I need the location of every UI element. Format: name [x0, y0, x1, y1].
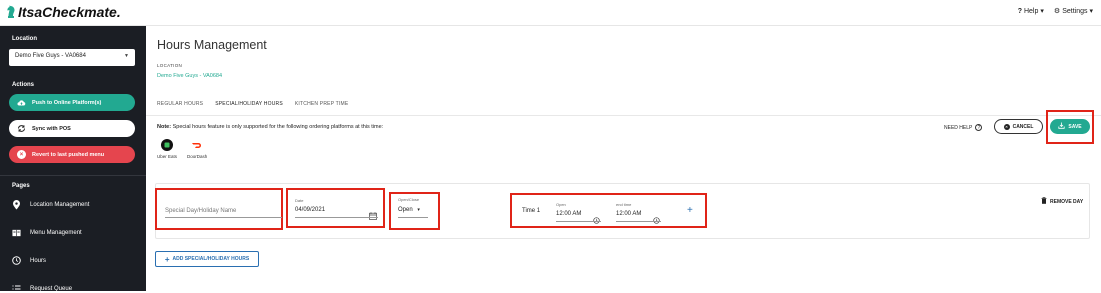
location-select-value: Demo Five Guys - VA0684 [15, 53, 86, 59]
platform-name: DoorDash [187, 154, 208, 159]
plus-icon: + [164, 254, 170, 264]
add-special-holiday-hours-button[interactable]: + ADD SPECIAL/HOLIDAY HOURS [155, 251, 259, 267]
location-select[interactable]: Demo Five Guys - VA0684 ▼ [9, 49, 135, 66]
sync-with-pos-button[interactable]: Sync with POS [9, 120, 135, 137]
sync-icon [17, 124, 26, 133]
end-time-input[interactable]: 12:00 AM [616, 211, 641, 217]
end-time-label: end time [616, 202, 632, 207]
date-input[interactable]: 04/09/2021 [295, 207, 325, 213]
push-to-online-platforms-button[interactable]: Push to Online Platform(s) [9, 94, 135, 111]
name-input-underline [165, 217, 282, 218]
top-bar: ItsaCheckmate. ? Help ▾ ⚙ Settings ▾ [0, 0, 1101, 26]
help-menu[interactable]: ? Help ▾ [1017, 7, 1044, 16]
revert-menu-button[interactable]: × Revert to last pushed menu [9, 146, 135, 163]
platform-name: Uber Eats [157, 154, 178, 159]
need-help-link[interactable]: NEED HELP ? [944, 124, 983, 131]
page-title: Hours Management [157, 38, 267, 52]
menu-book-icon [12, 228, 21, 237]
date-label: Date [295, 198, 304, 203]
clock-icon [12, 256, 21, 265]
hours-tabs: REGULAR HOURS SPECIAL/HOLIDAY HOURS KITC… [157, 99, 360, 116]
open-close-value: Open [398, 207, 413, 213]
open-close-select[interactable]: Open ▾ [398, 207, 420, 213]
sync-label: Sync with POS [32, 125, 71, 132]
tab-special-holiday-hours[interactable]: SPECIAL/HOLIDAY HOURS [215, 99, 283, 116]
open-time-label: Open [556, 202, 566, 207]
location-heading: Location [12, 36, 37, 42]
caret-down-icon: ▾ [1040, 8, 1044, 15]
platform-uber-eats: Uber Eats [157, 139, 177, 159]
sidebar: Location Demo Five Guys - VA0684 ▼ Actio… [0, 26, 146, 293]
help-label: Help [1023, 7, 1039, 15]
sidebar-divider [0, 175, 146, 176]
location-link[interactable]: Demo Five Guys - VA0684 [157, 73, 222, 79]
note-bold: Note: [157, 124, 172, 130]
push-label: Push to Online Platform(s) [32, 99, 102, 106]
cancel-button[interactable]: × CANCEL [994, 119, 1043, 134]
cancel-label: CANCEL [1012, 123, 1034, 130]
question-circle-icon: ? [975, 124, 983, 131]
sidebar-item-request-queue[interactable]: Request Queue [12, 284, 72, 293]
sidebar-item-menu-management[interactable]: Menu Management [12, 228, 82, 237]
close-circle-icon: × [17, 150, 26, 159]
pages-heading: Pages [12, 183, 30, 189]
clock-icon[interactable] [653, 211, 660, 229]
close-circle-icon: × [1003, 123, 1010, 130]
pin-gear-icon [12, 199, 21, 209]
end-time-underline [616, 221, 661, 222]
special-day-name-input[interactable]: Special Day/Holiday Name [165, 208, 236, 214]
settings-menu[interactable]: ⚙ Settings ▾ [1053, 7, 1093, 16]
settings-label: Settings [1062, 7, 1088, 15]
sidebar-item-label: Location Management [30, 201, 90, 208]
actions-heading: Actions [12, 82, 35, 88]
sidebar-item-hours[interactable]: Hours [12, 256, 46, 265]
platform-note: Note: Special hours feature is only supp… [157, 124, 383, 130]
tab-regular-hours[interactable]: REGULAR HOURS [157, 99, 203, 116]
location-label: LOCATION [157, 63, 183, 68]
calendar-icon[interactable] [369, 207, 377, 225]
highlight-box-save [1046, 110, 1094, 144]
logo-text: ItsaCheckmate. [18, 4, 121, 20]
open-time-underline [556, 221, 601, 222]
uber-eats-logo-icon [161, 139, 173, 151]
revert-label: Revert to last pushed menu [32, 151, 105, 158]
tabs-divider [146, 115, 1101, 116]
trash-icon [1041, 197, 1047, 206]
list-icon [12, 284, 21, 293]
doordash-logo-icon [191, 139, 203, 151]
caret-down-icon: ▾ [417, 207, 420, 213]
add-label: ADD SPECIAL/HOLIDAY HOURS [172, 256, 250, 262]
open-close-underline [398, 217, 428, 218]
sidebar-item-label: Hours [30, 257, 47, 264]
note-text: Special hours feature is only supported … [172, 124, 384, 130]
gear-icon: ⚙ [1053, 8, 1061, 15]
question-icon: ? [1017, 7, 1022, 15]
caret-down-icon: ▾ [1089, 8, 1093, 15]
remove-day-label: REMOVE DAY [1050, 198, 1084, 205]
sidebar-item-label: Menu Management [30, 229, 82, 236]
chess-knight-icon [7, 5, 15, 18]
brand-logo[interactable]: ItsaCheckmate. [6, 4, 121, 20]
time-slot-label: Time 1 [522, 208, 541, 214]
remove-day-button[interactable]: REMOVE DAY [1041, 197, 1083, 206]
clock-icon[interactable] [593, 211, 600, 229]
chevron-down-icon: ▼ [124, 53, 129, 59]
add-time-slot-icon[interactable]: + [687, 205, 693, 216]
open-close-label: Open/Close [398, 197, 420, 202]
upload-cloud-icon [17, 98, 26, 107]
date-underline [295, 217, 378, 218]
tab-kitchen-prep-time[interactable]: KITCHEN PREP TIME [295, 99, 349, 116]
platform-doordash: DoorDash [187, 139, 207, 159]
main-content: Hours Management LOCATION Demo Five Guys… [146, 26, 1101, 291]
open-time-input[interactable]: 12:00 AM [556, 211, 581, 217]
sidebar-item-location-management[interactable]: Location Management [12, 199, 90, 209]
need-help-label: NEED HELP [944, 124, 973, 131]
